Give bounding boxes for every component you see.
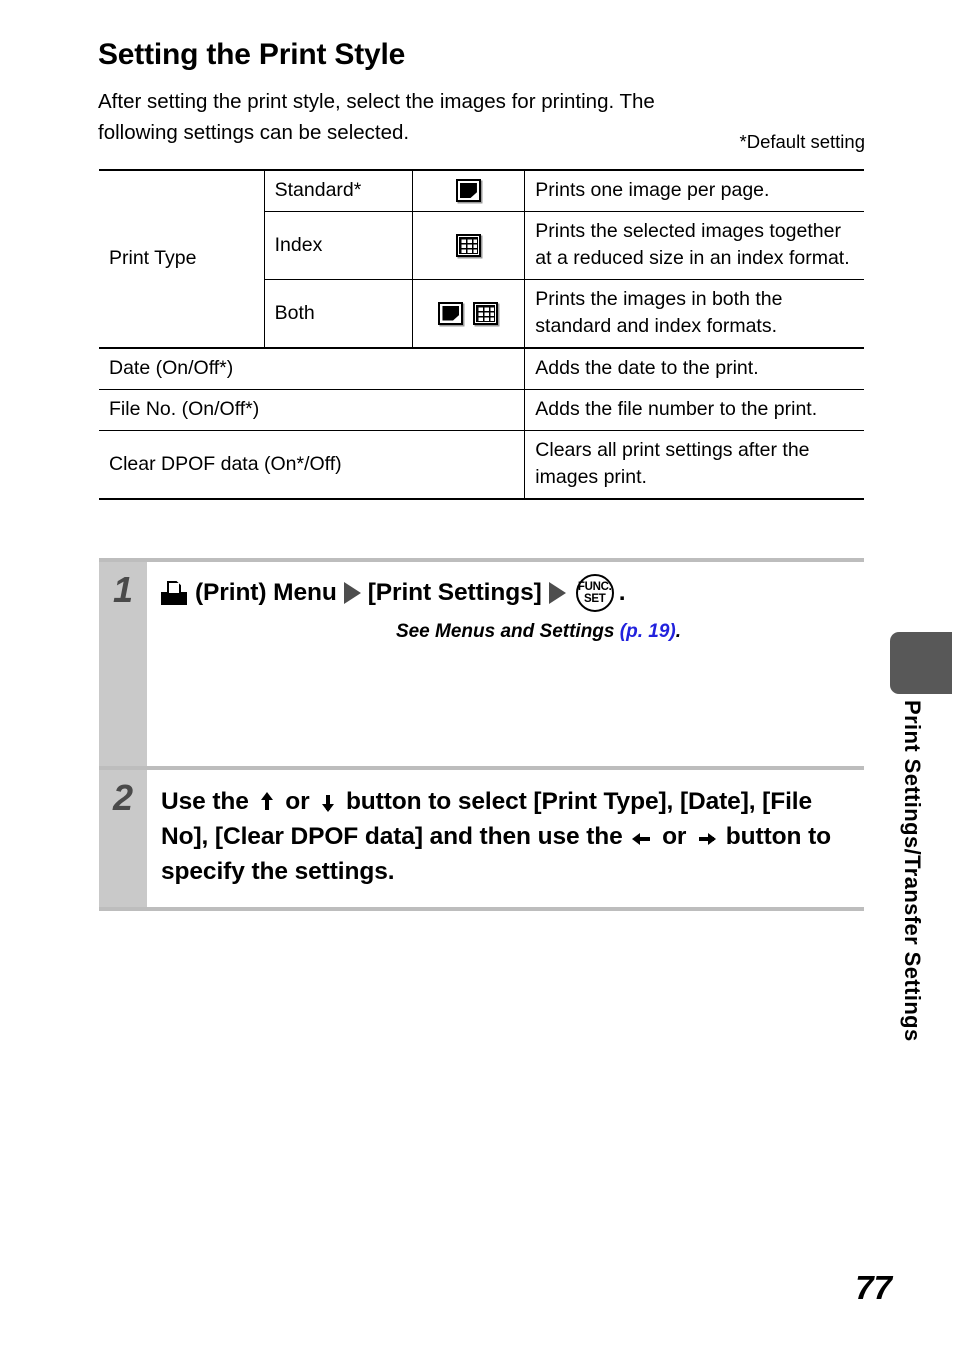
cell-label-file-no: File No. (On/Off*) xyxy=(99,389,526,431)
side-tab-label: Print Settings/Transfer Settings xyxy=(900,700,925,1042)
step-2-text-part2: or xyxy=(278,788,317,815)
standard-print-icon xyxy=(455,179,481,202)
step-1-head-suffix: . xyxy=(618,579,626,606)
arrow-separator-icon xyxy=(548,582,566,604)
step-1-head-target: [Print Settings] xyxy=(367,579,542,606)
cell-desc-index: Prints the selected images together at a… xyxy=(524,211,864,280)
arrow-separator-icon xyxy=(343,582,361,604)
cell-label-date: Date (On/Off*) xyxy=(99,347,526,390)
up-arrow-icon xyxy=(259,792,276,812)
cell-icon-both xyxy=(411,279,526,349)
step-1-number: 1 xyxy=(99,562,147,766)
right-arrow-icon xyxy=(696,830,717,847)
step-2: 2 Use the or button to select [Print Typ… xyxy=(99,770,864,907)
see-also-line: See Menus and Settings (p. 19). xyxy=(161,621,681,643)
step-separator xyxy=(99,907,864,911)
cell-option-index: Index xyxy=(264,211,413,280)
step-2-number: 2 xyxy=(99,770,147,907)
table-row: Clear DPOF data (On*/Off) Clears all pri… xyxy=(99,430,864,500)
step-2-body: Use the or button to select [Print Type]… xyxy=(147,770,864,907)
cell-desc-both: Prints the images in both the standard a… xyxy=(524,279,864,349)
table-row: Print Type Standard* Prints one image pe… xyxy=(99,169,864,349)
func-set-bottom-label: SET xyxy=(583,592,606,605)
cell-icon-standard xyxy=(411,169,526,212)
print-style-table: Print Type Standard* Prints one image pe… xyxy=(99,169,864,500)
func-set-button-icon: FUNC. SET xyxy=(575,574,614,612)
step-2-text: Use the or button to select [Print Type]… xyxy=(161,784,851,889)
step-1-head-prefix: (Print) Menu xyxy=(195,579,337,606)
index-print-icon xyxy=(455,233,481,257)
cell-icon-index xyxy=(411,211,526,280)
cell-desc-clear-dpof: Clears all print settings after the imag… xyxy=(524,430,864,500)
camera-lcd-screenshot: Print... Select Images & Qty.... Select … xyxy=(633,620,859,787)
cell-group-print-type: Print Type xyxy=(99,169,265,349)
left-arrow-icon xyxy=(632,830,652,847)
see-also-prefix: See Menus and Settings xyxy=(395,621,620,642)
cell-desc-date: Adds the date to the print. xyxy=(524,347,864,390)
index-print-icon xyxy=(473,301,499,325)
side-tab-marker xyxy=(890,632,952,694)
func-set-top-label: FUNC. xyxy=(577,581,612,593)
cell-desc-standard: Prints one image per page. xyxy=(524,169,864,212)
table-row: File No. (On/Off*) Adds the file number … xyxy=(99,389,864,431)
step-1-heading: (Print) Menu [Print Settings] FUNC. SET … xyxy=(161,574,864,612)
cell-option-both: Both xyxy=(264,279,413,349)
print-menu-icon xyxy=(161,581,187,605)
down-arrow-icon xyxy=(319,792,336,812)
page-title: Setting the Print Style xyxy=(98,38,406,71)
table-row: Date (On/Off*) Adds the date to the prin… xyxy=(99,347,864,390)
standard-print-icon xyxy=(438,301,464,325)
cell-desc-file-no: Adds the file number to the print. xyxy=(524,389,864,431)
cell-label-clear-dpof: Clear DPOF data (On*/Off) xyxy=(99,430,526,500)
step-2-text-part4: or xyxy=(655,823,694,850)
cell-option-standard: Standard* xyxy=(263,169,413,212)
default-setting-note: *Default setting xyxy=(739,131,865,152)
step-2-text-part1: Use the xyxy=(161,788,256,815)
page-number: 77 xyxy=(855,1269,892,1306)
